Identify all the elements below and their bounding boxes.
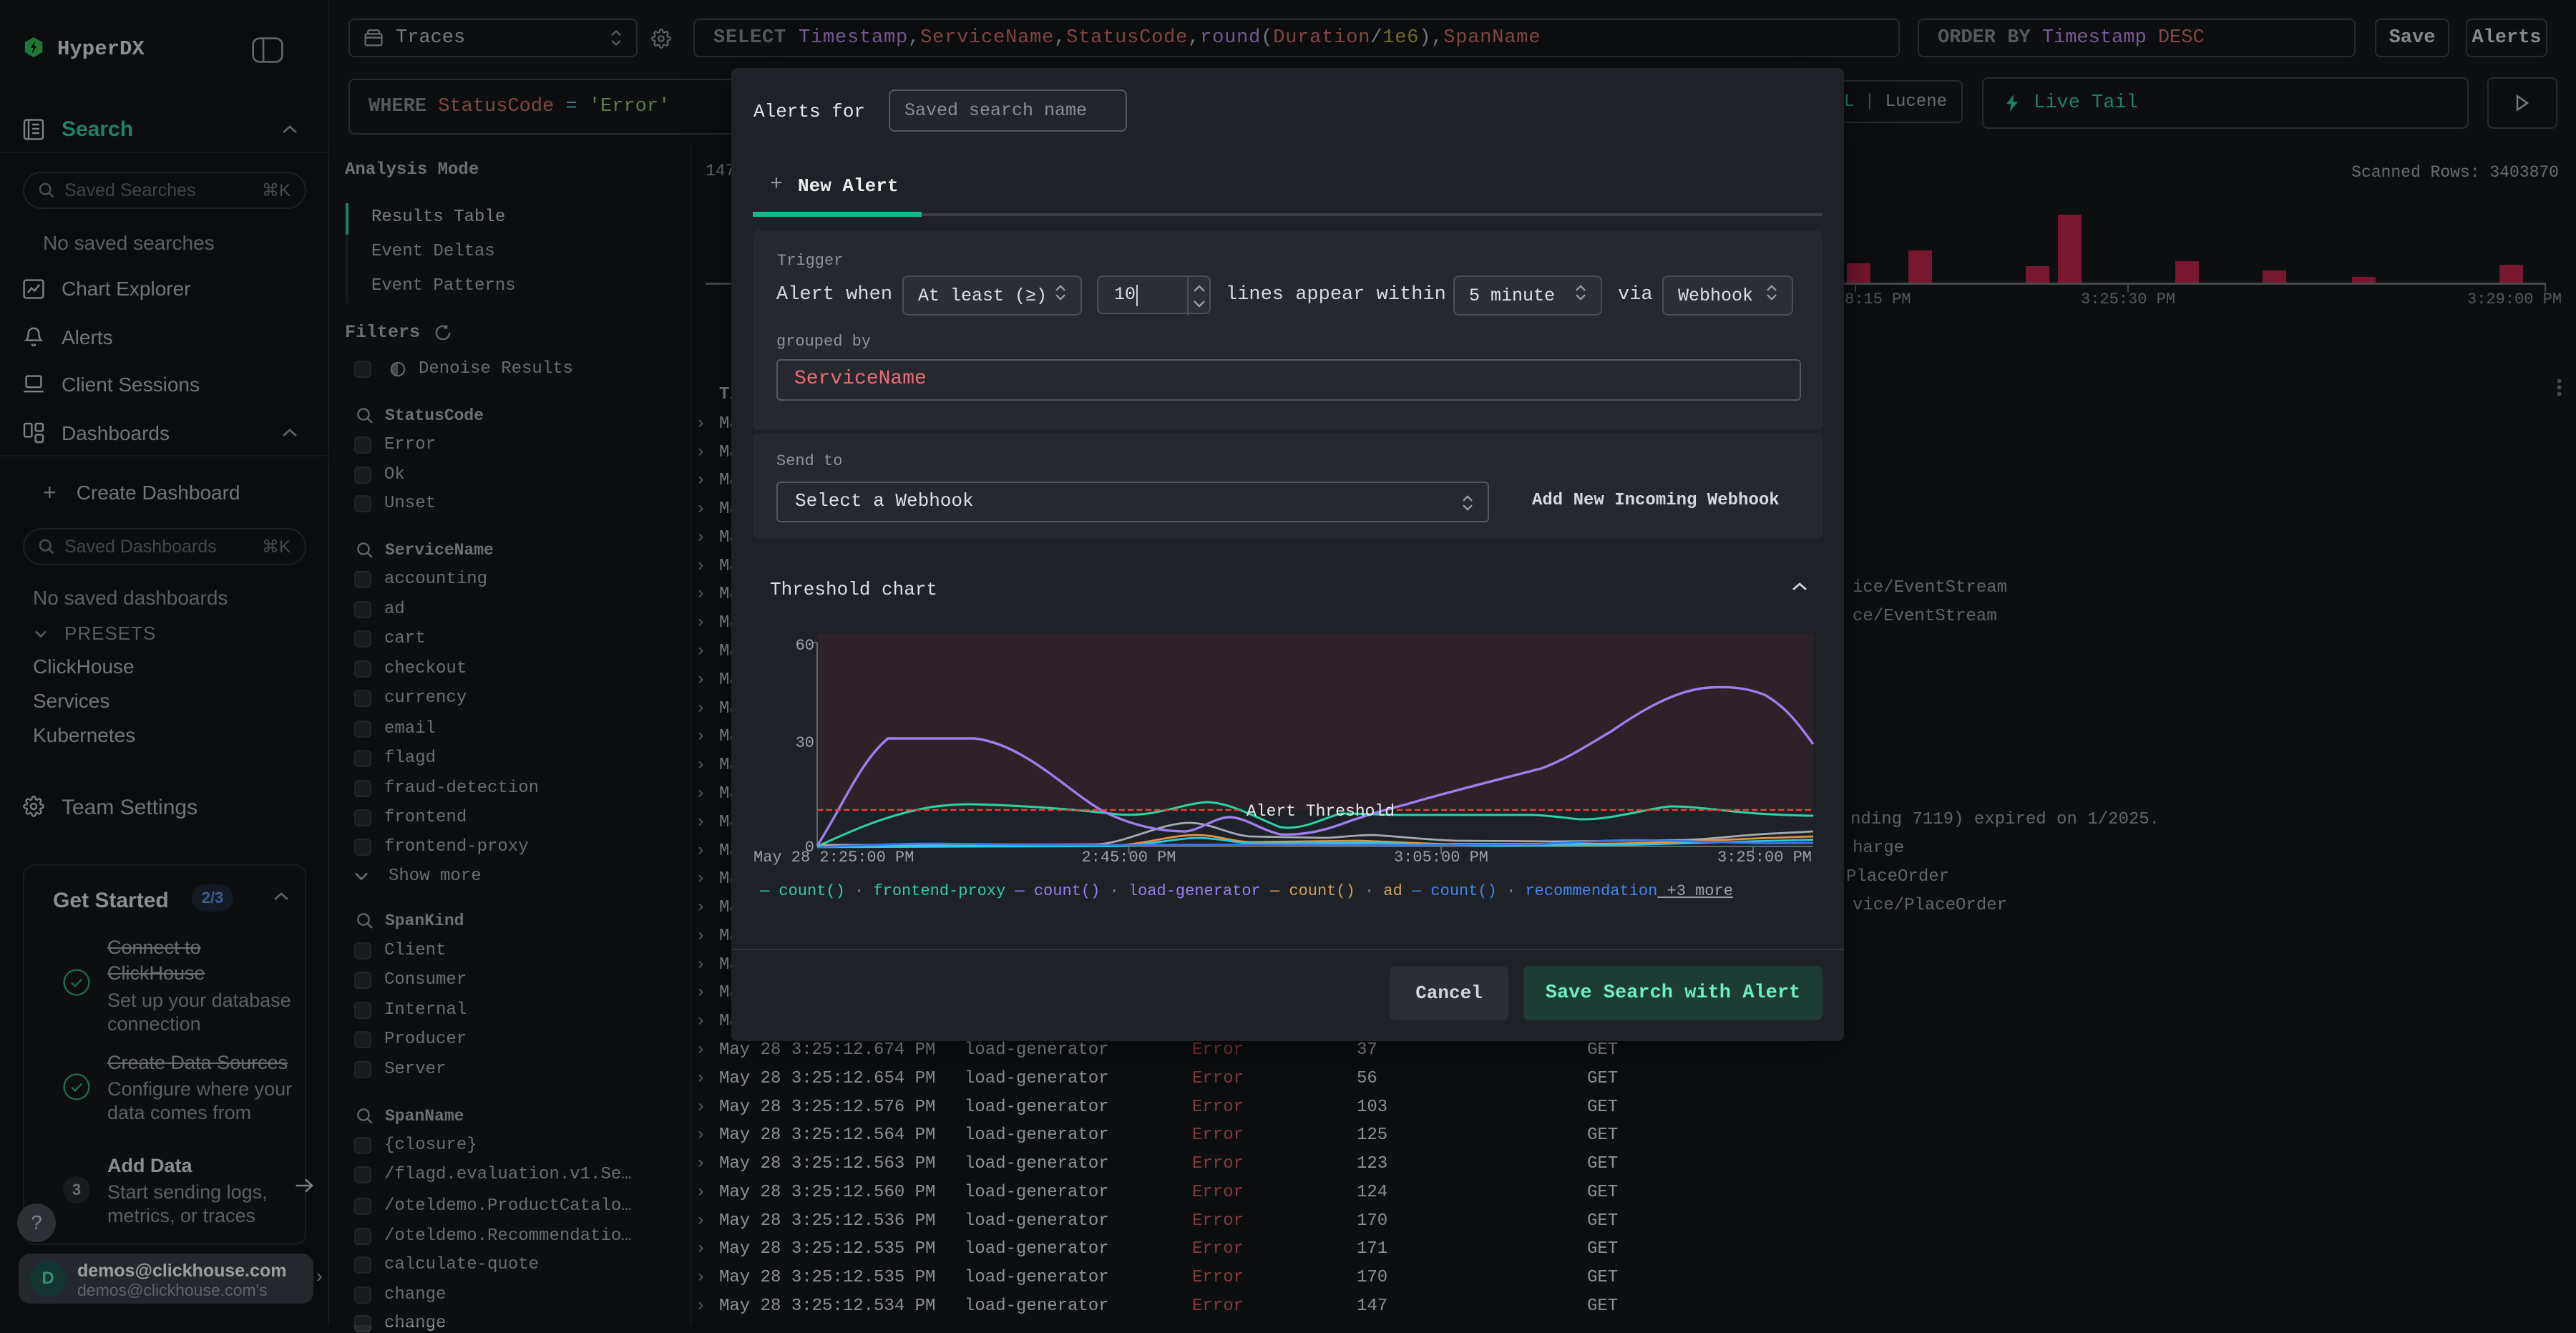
svg-text:30: 30 [796,734,814,752]
svg-text:3:25:00 PM: 3:25:00 PM [1717,849,1812,866]
svg-text:60: 60 [796,637,814,655]
svg-text:Alert Threshold: Alert Threshold [1246,802,1395,821]
svg-text:May 28 2:25:00 PM: May 28 2:25:00 PM [753,849,914,866]
svg-text:3:05:00 PM: 3:05:00 PM [1394,849,1488,866]
svg-text:2:45:00 PM: 2:45:00 PM [1081,849,1176,866]
